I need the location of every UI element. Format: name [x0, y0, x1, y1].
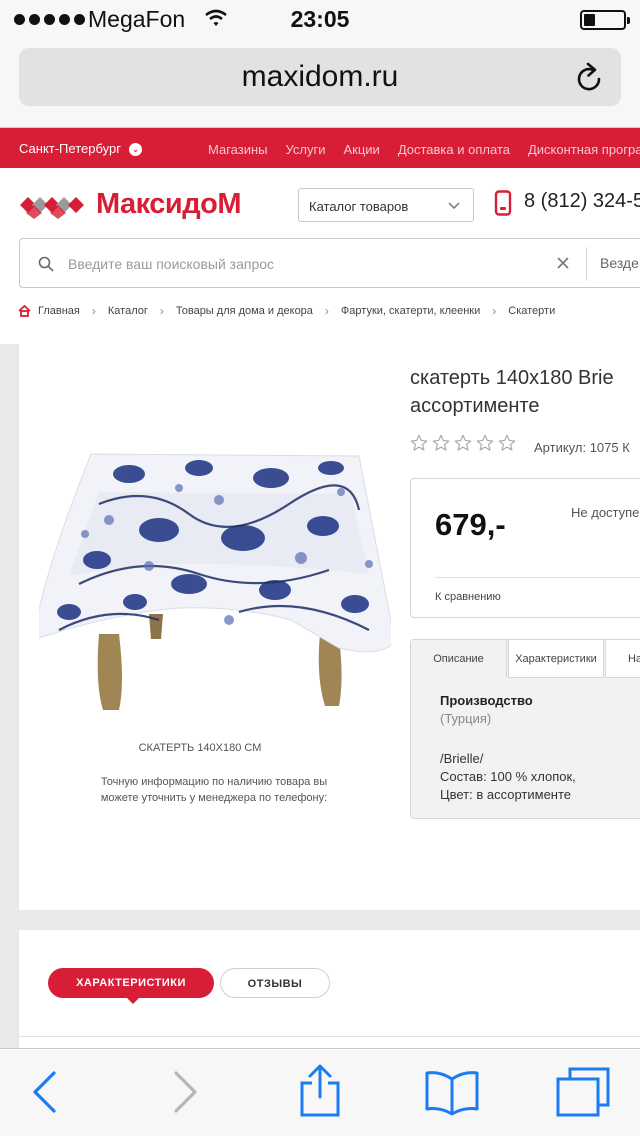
price-box: 679,- Не доступе К сравнению [410, 478, 640, 618]
nav-services[interactable]: Услуги [286, 142, 326, 157]
nav-promotions[interactable]: Акции [343, 142, 379, 157]
forward-icon[interactable] [172, 1069, 200, 1115]
site-top-bar: Санкт-Петербург ⌄ Магазины Услуги Акции Д… [0, 128, 640, 168]
bookmarks-icon[interactable] [424, 1069, 480, 1117]
tab-content: Производство (Турция) /Brielle/ Состав: … [440, 692, 576, 804]
top-nav: Магазины Услуги Акции Доставка и оплата … [208, 142, 640, 157]
share-icon[interactable] [298, 1063, 342, 1119]
star-icon[interactable] [410, 434, 428, 452]
product-title-line: ассортименте [410, 395, 540, 417]
description-line: /Brielle/ [440, 751, 484, 766]
product-card: СКАТЕРТЬ 140Х180 СМ Точную информацию по… [19, 344, 640, 910]
description-heading: Производство [440, 693, 533, 708]
address-bar[interactable]: maxidom.ru [19, 48, 621, 106]
product-info-tabs: Описание Характеристики На Производство … [410, 639, 640, 819]
breadcrumb: Главная › Каталог › Товары для дома и де… [18, 304, 555, 318]
city-selector[interactable]: Санкт-Петербург ⌄ [19, 141, 142, 156]
tab-description[interactable]: Описание [411, 640, 507, 678]
catalog-dropdown-label: Каталог товаров [309, 199, 409, 214]
home-icon [18, 305, 31, 317]
nav-delivery[interactable]: Доставка и оплата [398, 142, 510, 157]
product-sku: Артикул: 1075 К [534, 440, 630, 455]
status-bar: MegaFon 23:05 [0, 0, 640, 40]
breadcrumb-catalog[interactable]: Каталог [108, 305, 148, 317]
tab-characteristics[interactable]: Характеристики [508, 640, 604, 678]
battery-icon [580, 10, 630, 30]
star-icon[interactable] [454, 434, 472, 452]
divider [435, 577, 640, 578]
product-image-caption: СКАТЕРТЬ 140Х180 СМ [138, 742, 262, 754]
breadcrumb-home-goods[interactable]: Товары для дома и декора [176, 305, 313, 317]
breadcrumb-aprons[interactable]: Фартуки, скатерти, клеенки [341, 305, 480, 317]
back-icon[interactable] [30, 1069, 58, 1115]
tabs-icon[interactable] [556, 1067, 610, 1117]
nav-discount[interactable]: Дисконтная програ [528, 142, 640, 157]
compare-link[interactable]: К сравнению [435, 591, 501, 603]
site-logo[interactable]: МаксидоМ [20, 188, 242, 221]
tab-characteristics-pill[interactable]: ХАРАКТЕРИСТИКИ [48, 968, 214, 1004]
city-label: Санкт-Петербург [19, 141, 121, 156]
site-header: МаксидоМ Каталог товаров 8 (812) 324-5 В… [0, 168, 640, 344]
search-scope-selector[interactable]: Везде [600, 255, 639, 271]
product-title-line: скатерть 140х180 Brie [410, 367, 614, 389]
divider [19, 1036, 640, 1037]
search-bar: Везде [19, 238, 640, 288]
url-text[interactable]: maxidom.ru [19, 60, 621, 94]
logo-mark-icon [20, 196, 84, 219]
star-icon[interactable] [498, 434, 516, 452]
battery-level [584, 14, 595, 26]
availability-status: Не доступе [571, 505, 640, 520]
chevron-right-icon: › [159, 304, 164, 318]
chevron-right-icon: › [324, 304, 329, 318]
tab-reviews-pill[interactable]: ОТЗЫВЫ [220, 968, 330, 998]
star-icon[interactable] [476, 434, 494, 452]
close-icon[interactable] [556, 256, 570, 270]
breadcrumb-tablecloths: Скатерти [508, 305, 556, 317]
nav-stores[interactable]: Магазины [208, 142, 268, 157]
availability-note: Точную информацию по наличию товара вы м… [100, 776, 328, 804]
product-image[interactable] [39, 434, 391, 724]
catalog-dropdown[interactable]: Каталог товаров [298, 188, 474, 222]
product-title: скатерть 140х180 Brie ассортименте [410, 364, 640, 420]
chevron-down-icon [448, 202, 460, 210]
chevron-right-icon: › [91, 304, 96, 318]
rating-stars[interactable] [410, 434, 516, 452]
divider [586, 247, 587, 281]
product-price: 679,- [435, 507, 506, 542]
browser-top-bar: maxidom.ru [0, 40, 640, 128]
tab-availability[interactable]: На [605, 640, 640, 678]
reload-icon[interactable] [575, 61, 605, 93]
tab-characteristics-label: ХАРАКТЕРИСТИКИ [76, 977, 186, 989]
description-line: Цвет: в ассортименте [440, 787, 572, 802]
chevron-right-icon: › [492, 304, 497, 318]
description-line: Состав: 100 % хлопок, [440, 769, 576, 784]
search-input[interactable] [68, 251, 538, 277]
phone-icon [494, 190, 512, 216]
status-time: 23:05 [290, 6, 350, 32]
search-icon [38, 256, 54, 272]
logo-text: МаксидоМ [96, 188, 242, 220]
browser-toolbar [0, 1048, 640, 1136]
chevron-down-icon: ⌄ [128, 143, 142, 156]
details-section: ХАРАКТЕРИСТИКИ ОТЗЫВЫ [19, 930, 640, 1048]
breadcrumb-home[interactable]: Главная [38, 305, 80, 317]
phone-number[interactable]: 8 (812) 324-5 [524, 190, 640, 213]
star-icon[interactable] [432, 434, 450, 452]
description-origin: (Турция) [440, 711, 492, 726]
